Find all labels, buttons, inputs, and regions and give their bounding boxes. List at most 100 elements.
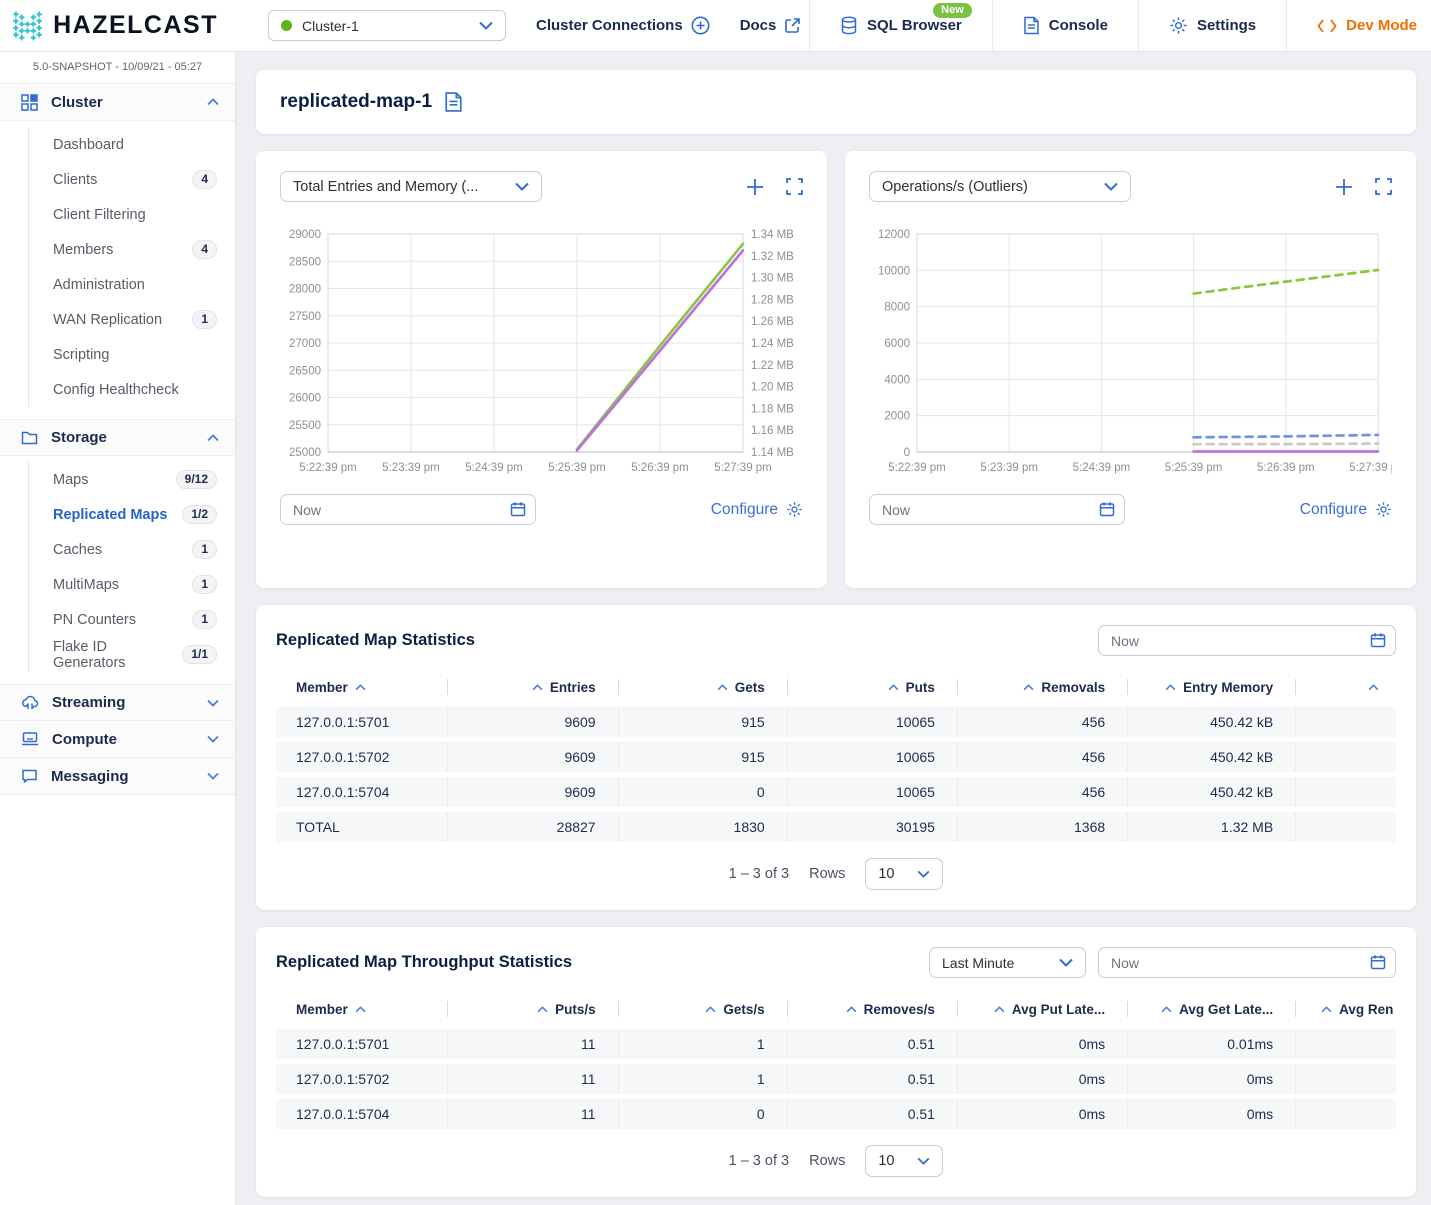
period-select[interactable]: Last Minute bbox=[929, 947, 1086, 978]
count-badge: 4 bbox=[192, 170, 217, 189]
sort-gets[interactable]: Gets bbox=[618, 672, 787, 702]
sort-entry-memory[interactable]: Entry Memory bbox=[1127, 672, 1295, 702]
cluster-section-label: Cluster bbox=[51, 94, 194, 111]
time-travel-input[interactable] bbox=[1098, 625, 1396, 656]
sidebar-item-maps[interactable]: Maps9/12 bbox=[29, 462, 235, 497]
svg-text:0: 0 bbox=[904, 447, 910, 459]
sidebar-item-caches[interactable]: Caches1 bbox=[29, 532, 235, 567]
pagination: 1 – 3 of 3 Rows 10 bbox=[276, 1145, 1396, 1177]
sort-removes-s[interactable]: Removes/s bbox=[787, 994, 957, 1024]
sort-member[interactable]: Member bbox=[276, 672, 447, 702]
sidebar-section-compute[interactable]: Compute bbox=[0, 721, 235, 758]
console-label: Console bbox=[1049, 17, 1108, 34]
gear-icon bbox=[786, 501, 803, 518]
svg-text:1.22 MB: 1.22 MB bbox=[751, 360, 794, 372]
sidebar-section-messaging[interactable]: Messaging bbox=[0, 758, 235, 795]
time-travel-input[interactable] bbox=[280, 494, 536, 525]
sort-gets-s[interactable]: Gets/s bbox=[618, 994, 787, 1024]
fullscreen-button[interactable] bbox=[1375, 178, 1392, 195]
sidebar-item-wan-replication[interactable]: WAN Replication1 bbox=[29, 302, 235, 337]
calendar-icon bbox=[510, 501, 526, 517]
fullscreen-button[interactable] bbox=[786, 178, 803, 195]
svg-text:25000: 25000 bbox=[289, 447, 321, 459]
sidebar-item-clients[interactable]: Clients4 bbox=[29, 162, 235, 197]
svg-text:6000: 6000 bbox=[884, 338, 910, 350]
storage-section-label: Storage bbox=[51, 429, 194, 446]
settings-label: Settings bbox=[1197, 17, 1256, 34]
now-input[interactable] bbox=[1098, 947, 1396, 978]
stats-table-header: Member Entries Gets Puts Removals En bbox=[276, 672, 1396, 702]
throughput-table-header: Member Puts/s Gets/s Removes/s Avg Put L… bbox=[276, 994, 1396, 1024]
sidebar-section-cluster[interactable]: Cluster bbox=[0, 84, 235, 121]
console-button[interactable]: Console bbox=[992, 0, 1138, 52]
sidebar-item-client-filtering[interactable]: Client Filtering bbox=[29, 197, 235, 232]
add-chart-button[interactable] bbox=[1335, 178, 1353, 196]
sort-puts[interactable]: Puts bbox=[787, 672, 957, 702]
sidebar-item-flake-id-generators[interactable]: Flake ID Generators1/1 bbox=[29, 637, 235, 672]
sort-member[interactable]: Member bbox=[276, 994, 447, 1024]
cluster-status-dot bbox=[281, 20, 292, 31]
throughput-table-title: Replicated Map Throughput Statistics bbox=[276, 953, 572, 972]
sidebar-item-multimaps[interactable]: MultiMaps1 bbox=[29, 567, 235, 602]
sidebar-item-replicated-maps[interactable]: Replicated Maps1/2 bbox=[29, 497, 235, 532]
sort-avg-removes-latency[interactable]: Avg Ren bbox=[1295, 994, 1396, 1024]
hazelcast-logo-icon bbox=[12, 8, 43, 44]
new-badge: New bbox=[933, 3, 972, 18]
streaming-cloud-icon bbox=[21, 695, 39, 710]
metric-select[interactable]: Total Entries and Memory (... bbox=[280, 171, 542, 202]
svg-text:28500: 28500 bbox=[289, 256, 321, 268]
total-label: TOTAL bbox=[276, 812, 447, 842]
page-size-select[interactable]: 10 bbox=[865, 858, 943, 890]
topbar: HAZELCAST Cluster-1 Cluster Connections … bbox=[0, 0, 1431, 52]
sidebar-item-administration[interactable]: Administration bbox=[29, 267, 235, 302]
sort-puts-s[interactable]: Puts/s bbox=[447, 994, 617, 1024]
view-config-icon[interactable] bbox=[444, 91, 463, 113]
sort-avg-put-latency[interactable]: Avg Put Late... bbox=[957, 994, 1127, 1024]
time-travel-input[interactable] bbox=[1098, 947, 1396, 978]
sidebar-section-storage[interactable]: Storage bbox=[0, 419, 235, 456]
now-input[interactable] bbox=[1098, 625, 1396, 656]
now-input[interactable] bbox=[280, 494, 536, 525]
sidebar-item-pn-counters[interactable]: PN Counters1 bbox=[29, 602, 235, 637]
pagination-range: 1 – 3 of 3 bbox=[729, 1153, 789, 1169]
configure-link[interactable]: Configure bbox=[1300, 501, 1392, 519]
chevron-down-icon bbox=[207, 735, 219, 743]
sql-browser-button[interactable]: New SQL Browser bbox=[809, 0, 992, 52]
sidebar-section-streaming[interactable]: Streaming bbox=[0, 684, 235, 721]
calendar-icon bbox=[1099, 501, 1115, 517]
count-badge: 1 bbox=[192, 575, 217, 594]
cluster-select-value: Cluster-1 bbox=[302, 18, 469, 34]
page-size-select[interactable]: 10 bbox=[865, 1145, 943, 1177]
svg-text:5:23:39 pm: 5:23:39 pm bbox=[980, 462, 1038, 474]
svg-text:12000: 12000 bbox=[878, 229, 910, 241]
time-travel-input[interactable] bbox=[869, 494, 1125, 525]
settings-button[interactable]: Settings bbox=[1138, 0, 1286, 52]
svg-text:1.16 MB: 1.16 MB bbox=[751, 425, 794, 437]
sidebar-item-dashboard[interactable]: Dashboard bbox=[29, 127, 235, 162]
hazelcast-brand: HAZELCAST bbox=[0, 8, 236, 44]
svg-text:1.18 MB: 1.18 MB bbox=[751, 403, 794, 415]
sort-removals[interactable]: Removals bbox=[957, 672, 1127, 702]
svg-text:26500: 26500 bbox=[289, 365, 321, 377]
docs-label: Docs bbox=[740, 17, 777, 34]
messaging-bubble-icon bbox=[21, 768, 38, 784]
replicated-map-statistics-card: Replicated Map Statistics Member Entries bbox=[256, 605, 1416, 910]
docs-link[interactable]: Docs bbox=[740, 17, 802, 34]
now-input[interactable] bbox=[869, 494, 1125, 525]
sort-extra[interactable] bbox=[1295, 672, 1396, 702]
dev-mode-button[interactable]: Dev Mode bbox=[1286, 0, 1431, 52]
sidebar-item-members[interactable]: Members4 bbox=[29, 232, 235, 267]
table-total-row: TOTAL 28827 1830 30195 1368 1.32 MB bbox=[276, 812, 1396, 842]
sort-entries[interactable]: Entries bbox=[447, 672, 617, 702]
sidebar-item-config-healthcheck[interactable]: Config Healthcheck bbox=[29, 372, 235, 407]
cluster-connections-link[interactable]: Cluster Connections bbox=[536, 16, 710, 35]
chevron-down-icon bbox=[1104, 182, 1118, 191]
metric-select-value: Operations/s (Outliers) bbox=[882, 179, 1104, 195]
sidebar-item-scripting[interactable]: Scripting bbox=[29, 337, 235, 372]
cluster-select[interactable]: Cluster-1 bbox=[268, 10, 506, 41]
sort-avg-get-latency[interactable]: Avg Get Late... bbox=[1127, 994, 1295, 1024]
metric-select[interactable]: Operations/s (Outliers) bbox=[869, 171, 1131, 202]
configure-link[interactable]: Configure bbox=[711, 501, 803, 519]
total-entries-memory-chart: 2500025500260002650027000275002800028500… bbox=[280, 220, 803, 482]
add-chart-button[interactable] bbox=[746, 178, 764, 196]
